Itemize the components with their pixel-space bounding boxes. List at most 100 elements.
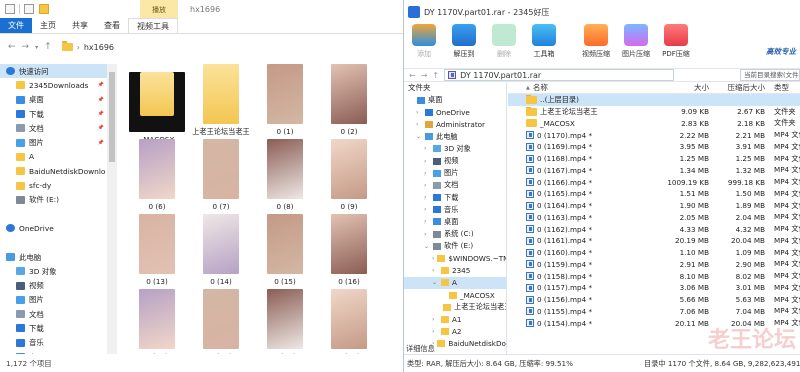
forward-arrow-icon[interactable]: → bbox=[421, 71, 428, 80]
table-row[interactable]: 0 (1168).mp4 * 1.25 MB 1.25 MB MP4 文件 bbox=[508, 153, 800, 165]
tree-node[interactable]: › 音乐 bbox=[404, 204, 506, 216]
extract-to-button[interactable]: 解压到 bbox=[444, 24, 484, 59]
table-row[interactable]: 0 (1163).mp4 * 2.05 MB 2.04 MB MP4 文件 bbox=[508, 212, 800, 224]
file-item[interactable]: 0 (23) bbox=[317, 289, 381, 354]
breadcrumb-hx1696[interactable]: hx1696 bbox=[84, 43, 114, 52]
folder-new-icon[interactable] bbox=[39, 4, 49, 14]
pin-icon[interactable]: 📌 bbox=[98, 125, 104, 131]
chevron-right-icon[interactable]: › bbox=[424, 231, 430, 238]
nav-item[interactable]: 软件 (E:) bbox=[0, 193, 107, 207]
tree-node[interactable]: › $WINDOWS.~TMP bbox=[404, 252, 506, 264]
nav-item[interactable]: 视频 bbox=[0, 278, 107, 292]
tree-node[interactable]: › 2345 bbox=[404, 265, 506, 277]
tree-node[interactable]: › 下载 bbox=[404, 192, 506, 204]
file-item[interactable]: 0 (22) bbox=[253, 289, 317, 354]
tree-node[interactable]: › 系统 (C:) bbox=[404, 228, 506, 240]
forward-arrow-icon[interactable]: → bbox=[22, 42, 30, 52]
column-type[interactable]: 类型 bbox=[768, 82, 800, 93]
scroll-thumb[interactable] bbox=[109, 72, 115, 162]
chevron-right-icon[interactable]: › bbox=[432, 328, 438, 335]
tree-node[interactable]: › Administrator bbox=[404, 118, 506, 130]
tab-home[interactable]: 主页 bbox=[32, 18, 64, 33]
table-row[interactable]: _MACOSX 2.83 KB 2.18 KB 文件夹 bbox=[508, 118, 800, 130]
back-arrow-icon[interactable]: ← bbox=[8, 42, 16, 52]
nav-item[interactable]: 文档 📌 bbox=[0, 121, 107, 135]
table-row[interactable]: 0 (1169).mp4 * 3.95 MB 3.91 MB MP4 文件 bbox=[508, 141, 800, 153]
table-row[interactable]: 0 (1155).mp4 * 7.06 MB 7.04 MB MP4 文件 bbox=[508, 306, 800, 318]
add-button[interactable]: 添加 bbox=[404, 24, 444, 59]
pin-icon[interactable]: 📌 bbox=[98, 97, 104, 103]
chevron-right-icon[interactable]: › bbox=[432, 267, 438, 274]
tab-file[interactable]: 文件 bbox=[0, 18, 32, 33]
delete-button[interactable]: 删除 bbox=[484, 24, 524, 59]
table-row[interactable]: 0 (1166).mp4 * 1009.19 KB 999.18 KB MP4 文件 bbox=[508, 176, 800, 188]
chevron-right-icon[interactable]: › bbox=[432, 316, 438, 323]
nav-item[interactable]: 此电脑 bbox=[0, 250, 107, 264]
image-compress-button[interactable]: 图片压缩 bbox=[616, 24, 656, 59]
file-item[interactable]: 0 (7) bbox=[189, 139, 253, 211]
nav-item[interactable]: 3D 对象 bbox=[0, 264, 107, 278]
chevron-right-icon[interactable]: › bbox=[424, 145, 430, 152]
table-row[interactable]: 0 (1158).mp4 * 8.10 MB 8.02 MB MP4 文件 bbox=[508, 270, 800, 282]
file-item[interactable]: 0 (9) bbox=[317, 139, 381, 211]
file-item[interactable]: 0 (15) bbox=[253, 214, 317, 286]
chevron-right-icon[interactable]: › bbox=[424, 194, 430, 201]
details-toggle[interactable]: 详细信息 bbox=[406, 344, 435, 354]
up-arrow-icon[interactable]: ↑ bbox=[432, 71, 439, 80]
nav-item[interactable]: 桌面 bbox=[0, 350, 107, 354]
table-row[interactable]: 0 (1160).mp4 * 1.10 MB 1.09 MB MP4 文件 bbox=[508, 247, 800, 259]
tab-video-tools[interactable]: 视频工具 bbox=[128, 18, 178, 33]
file-item[interactable]: 0 (8) bbox=[253, 139, 317, 211]
chevron-right-icon[interactable]: › bbox=[424, 218, 430, 225]
chevron-right-icon[interactable]: › bbox=[416, 121, 422, 128]
file-item[interactable]: 0 (21) bbox=[189, 289, 253, 354]
tree-node[interactable]: › 桌面 bbox=[404, 216, 506, 228]
nav-item[interactable]: 图片 📌 bbox=[0, 135, 107, 149]
address-path[interactable]: › hx1696 bbox=[61, 41, 114, 52]
file-item[interactable]: 0 (2) bbox=[317, 64, 381, 136]
recent-chevron-icon[interactable]: ▾ bbox=[35, 44, 38, 51]
properties-icon[interactable] bbox=[24, 4, 34, 14]
chevron-right-icon[interactable]: › bbox=[424, 206, 430, 213]
chevron-right-icon[interactable]: › bbox=[424, 182, 430, 189]
nav-item[interactable]: BaiduNetdiskDownlo bbox=[0, 164, 107, 178]
nav-item[interactable]: 桌面 📌 bbox=[0, 93, 107, 107]
table-row[interactable]: 0 (1161).mp4 * 20.19 MB 20.04 MB MP4 文件 bbox=[508, 235, 800, 247]
nav-item[interactable]: 快速访问 bbox=[0, 64, 107, 79]
tree-node[interactable]: › 图片 bbox=[404, 167, 506, 179]
column-packed[interactable]: 压缩后大小 bbox=[712, 82, 768, 93]
nav-item[interactable]: 2345Downloads 📌 bbox=[0, 78, 107, 92]
toolbox-button[interactable]: 工具箱 bbox=[524, 24, 564, 59]
tab-share[interactable]: 共享 bbox=[64, 18, 96, 33]
tree-node[interactable]: ⌄ 软件 (E:) bbox=[404, 240, 506, 252]
nav-item[interactable]: 下载 bbox=[0, 321, 107, 335]
nav-item[interactable]: sfc-dy bbox=[0, 178, 107, 192]
nav-item[interactable]: 下载 📌 bbox=[0, 107, 107, 121]
tree-node[interactable]: 桌面 bbox=[404, 94, 506, 106]
table-row[interactable]: 0 (1170).mp4 * 2.22 MB 2.21 MB MP4 文件 bbox=[508, 129, 800, 141]
search-input[interactable]: 当前目录搜索(文件 bbox=[740, 69, 800, 81]
chevron-right-icon[interactable]: › bbox=[416, 109, 422, 116]
nav-item[interactable]: A bbox=[0, 150, 107, 164]
table-row[interactable]: 上老王论坛当老王 9.09 KB 2.67 KB 文件夹 bbox=[508, 106, 800, 118]
file-item[interactable]: 0 (1) bbox=[253, 64, 317, 136]
pdf-compress-button[interactable]: PDF压缩 bbox=[656, 24, 696, 59]
nav-item[interactable]: 图片 bbox=[0, 293, 107, 307]
tree-node[interactable]: 上老王论坛当老王 bbox=[404, 301, 506, 313]
chevron-down-icon[interactable]: ⌄ bbox=[432, 279, 438, 286]
archive-path-field[interactable]: DY 1170V.part01.rar bbox=[444, 69, 675, 81]
nav-item[interactable]: 文档 bbox=[0, 307, 107, 321]
table-row[interactable]: 0 (1165).mp4 * 1.51 MB 1.50 MB MP4 文件 bbox=[508, 188, 800, 200]
quick-access-toolbar-icon[interactable] bbox=[5, 4, 15, 14]
table-row[interactable]: 0 (1157).mp4 * 3.06 MB 3.01 MB MP4 文件 bbox=[508, 282, 800, 294]
tree-node[interactable]: › 文档 bbox=[404, 179, 506, 191]
table-row[interactable]: 0 (1167).mp4 * 1.34 MB 1.32 MB MP4 文件 bbox=[508, 165, 800, 177]
tree-node[interactable]: › 3D 对象 bbox=[404, 143, 506, 155]
file-item[interactable]: 0 (6) bbox=[125, 139, 189, 211]
chevron-right-icon[interactable]: › bbox=[424, 158, 430, 165]
table-row[interactable]: 0 (1159).mp4 * 2.91 MB 2.90 MB MP4 文件 bbox=[508, 259, 800, 271]
tree-node[interactable]: › 视频 bbox=[404, 155, 506, 167]
pin-icon[interactable]: 📌 bbox=[98, 111, 104, 117]
file-item[interactable]: 0 (13) bbox=[125, 214, 189, 286]
nav-scrollbar[interactable] bbox=[107, 64, 117, 354]
